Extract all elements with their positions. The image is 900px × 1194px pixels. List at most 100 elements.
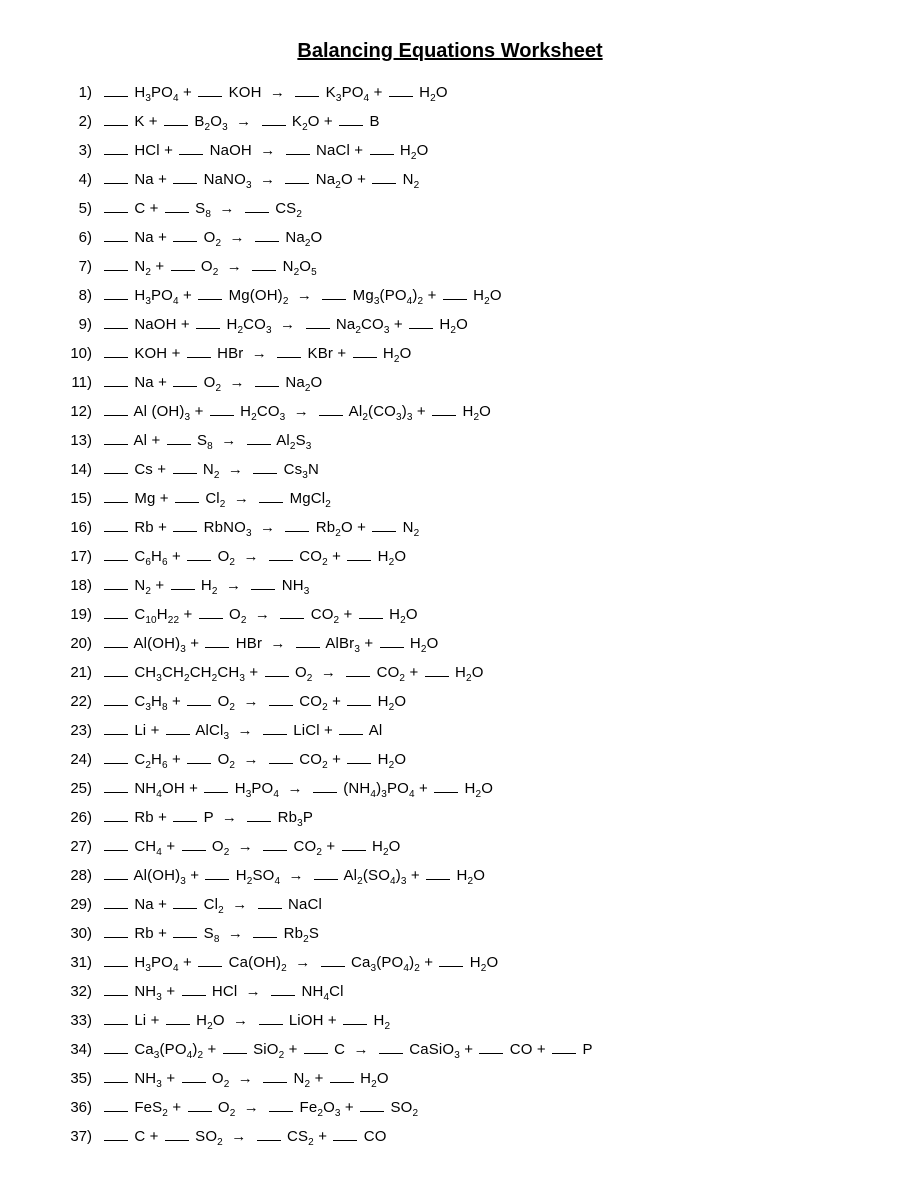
- list-item: 6) Na + O2 → Na2O: [60, 226, 840, 250]
- equation-number: 33): [60, 1009, 102, 1033]
- list-item: 24) C2H6 + O2 → CO2 + H2O: [60, 748, 840, 772]
- equation-content: Rb + RbNO3 → Rb2O + N2: [102, 516, 419, 540]
- equation-content: H3PO4 + KOH → K3PO4 + H2O: [102, 81, 448, 105]
- equation-content: Na + O2 → Na2O: [102, 371, 322, 395]
- equation-number: 29): [60, 893, 102, 917]
- equation-content: Li + AlCl3 → LiCl + Al: [102, 719, 382, 743]
- equation-content: Cs + N2 → Cs3N: [102, 458, 319, 482]
- equation-content: Na + Cl2 → NaCl: [102, 893, 322, 917]
- equation-content: CH3CH2CH2CH3 + O2 → CO2 + H2O: [102, 661, 484, 685]
- equation-list: 1) H3PO4 + KOH → K3PO4 + H2O 2) K + B2O3 …: [60, 81, 840, 1149]
- equation-content: Ca3(PO4)2 + SiO2 + C → CaSiO3 + CO + P: [102, 1038, 593, 1062]
- list-item: 3) HCl + NaOH → NaCl + H2O: [60, 139, 840, 163]
- equation-number: 25): [60, 777, 102, 801]
- equation-number: 35): [60, 1067, 102, 1091]
- equation-number: 21): [60, 661, 102, 685]
- list-item: 7) N2 + O2 → N2O5: [60, 255, 840, 279]
- list-item: 35) NH3 + O2 → N2 + H2O: [60, 1067, 840, 1091]
- equation-content: K + B2O3 → K2O + B: [102, 110, 380, 134]
- equation-content: Rb + S8 → Rb2S: [102, 922, 319, 946]
- equation-content: Al(OH)3 + H2SO4 → Al2(SO4)3 + H2O: [102, 864, 485, 888]
- equation-content: Al (OH)3 + H2CO3 → Al2(CO3)3 + H2O: [102, 400, 491, 424]
- equation-content: Al + S8 → Al2S3: [102, 429, 311, 453]
- equation-number: 31): [60, 951, 102, 975]
- equation-number: 8): [60, 284, 102, 308]
- equation-number: 18): [60, 574, 102, 598]
- equation-content: FeS2 + O2 → Fe2O3 + SO2: [102, 1096, 418, 1120]
- equation-number: 22): [60, 690, 102, 714]
- equation-number: 7): [60, 255, 102, 279]
- equation-content: C6H6 + O2 → CO2 + H2O: [102, 545, 406, 569]
- equation-number: 14): [60, 458, 102, 482]
- equation-content: CH4 + O2 → CO2 + H2O: [102, 835, 400, 859]
- equation-content: H3PO4 + Ca(OH)2 → Ca3(PO4)2 + H2O: [102, 951, 498, 975]
- equation-content: N2 + H2 → NH3: [102, 574, 309, 598]
- equation-number: 15): [60, 487, 102, 511]
- equation-number: 26): [60, 806, 102, 830]
- equation-number: 17): [60, 545, 102, 569]
- list-item: 33) Li + H2O → LiOH + H2: [60, 1009, 840, 1033]
- list-item: 31) H3PO4 + Ca(OH)2 → Ca3(PO4)2 + H2O: [60, 951, 840, 975]
- list-item: 30) Rb + S8 → Rb2S: [60, 922, 840, 946]
- list-item: 36) FeS2 + O2 → Fe2O3 + SO2: [60, 1096, 840, 1120]
- list-item: 5) C + S8 → CS2: [60, 197, 840, 221]
- list-item: 29) Na + Cl2 → NaCl: [60, 893, 840, 917]
- equation-content: Na + NaNO3 → Na2O + N2: [102, 168, 419, 192]
- equation-content: H3PO4 + Mg(OH)2 → Mg3(PO4)2 + H2O: [102, 284, 502, 308]
- list-item: 13) Al + S8 → Al2S3: [60, 429, 840, 453]
- list-item: 9) NaOH + H2CO3 → Na2CO3 + H2O: [60, 313, 840, 337]
- list-item: 22) C3H8 + O2 → CO2 + H2O: [60, 690, 840, 714]
- equation-number: 9): [60, 313, 102, 337]
- equation-number: 20): [60, 632, 102, 656]
- equation-content: C + S8 → CS2: [102, 197, 302, 221]
- equation-number: 30): [60, 922, 102, 946]
- equation-number: 16): [60, 516, 102, 540]
- equation-number: 2): [60, 110, 102, 134]
- list-item: 25) NH4OH + H3PO4 → (NH4)3PO4 + H2O: [60, 777, 840, 801]
- equation-number: 23): [60, 719, 102, 743]
- list-item: 10) KOH + HBr → KBr + H2O: [60, 342, 840, 366]
- equation-content: Rb + P → Rb3P: [102, 806, 313, 830]
- equation-number: 3): [60, 139, 102, 163]
- equation-number: 27): [60, 835, 102, 859]
- list-item: 34) Ca3(PO4)2 + SiO2 + C → CaSiO3 + CO +…: [60, 1038, 840, 1062]
- equation-number: 19): [60, 603, 102, 627]
- list-item: 8) H3PO4 + Mg(OH)2 → Mg3(PO4)2 + H2O: [60, 284, 840, 308]
- list-item: 16) Rb + RbNO3 → Rb2O + N2: [60, 516, 840, 540]
- equation-content: Li + H2O → LiOH + H2: [102, 1009, 390, 1033]
- list-item: 2) K + B2O3 → K2O + B: [60, 110, 840, 134]
- equation-content: NH3 + O2 → N2 + H2O: [102, 1067, 389, 1091]
- equation-number: 36): [60, 1096, 102, 1120]
- list-item: 12) Al (OH)3 + H2CO3 → Al2(CO3)3 + H2O: [60, 400, 840, 424]
- list-item: 11) Na + O2 → Na2O: [60, 371, 840, 395]
- list-item: 14) Cs + N2 → Cs3N: [60, 458, 840, 482]
- list-item: 18) N2 + H2 → NH3: [60, 574, 840, 598]
- page-title: Balancing Equations Worksheet: [60, 40, 840, 63]
- equation-number: 24): [60, 748, 102, 772]
- equation-number: 12): [60, 400, 102, 424]
- equation-content: C + SO2 → CS2 + CO: [102, 1125, 387, 1149]
- equation-number: 10): [60, 342, 102, 366]
- list-item: 17) C6H6 + O2 → CO2 + H2O: [60, 545, 840, 569]
- list-item: 37) C + SO2 → CS2 + CO: [60, 1125, 840, 1149]
- equation-content: Na + O2 → Na2O: [102, 226, 322, 250]
- equation-number: 4): [60, 168, 102, 192]
- equation-content: Al(OH)3 + HBr → AlBr3 + H2O: [102, 632, 438, 656]
- equation-content: C10H22 + O2 → CO2 + H2O: [102, 603, 418, 627]
- equation-number: 5): [60, 197, 102, 221]
- list-item: 1) H3PO4 + KOH → K3PO4 + H2O: [60, 81, 840, 105]
- equation-number: 28): [60, 864, 102, 888]
- equation-number: 32): [60, 980, 102, 1004]
- list-item: 23) Li + AlCl3 → LiCl + Al: [60, 719, 840, 743]
- equation-content: C3H8 + O2 → CO2 + H2O: [102, 690, 406, 714]
- list-item: 27) CH4 + O2 → CO2 + H2O: [60, 835, 840, 859]
- list-item: 21) CH3CH2CH2CH3 + O2 → CO2 + H2O: [60, 661, 840, 685]
- equation-number: 34): [60, 1038, 102, 1062]
- equation-content: NaOH + H2CO3 → Na2CO3 + H2O: [102, 313, 468, 337]
- equation-content: HCl + NaOH → NaCl + H2O: [102, 139, 428, 163]
- list-item: 4) Na + NaNO3 → Na2O + N2: [60, 168, 840, 192]
- list-item: 20) Al(OH)3 + HBr → AlBr3 + H2O: [60, 632, 840, 656]
- equation-content: NH4OH + H3PO4 → (NH4)3PO4 + H2O: [102, 777, 493, 801]
- list-item: 28) Al(OH)3 + H2SO4 → Al2(SO4)3 + H2O: [60, 864, 840, 888]
- list-item: 15) Mg + Cl2 → MgCl2: [60, 487, 840, 511]
